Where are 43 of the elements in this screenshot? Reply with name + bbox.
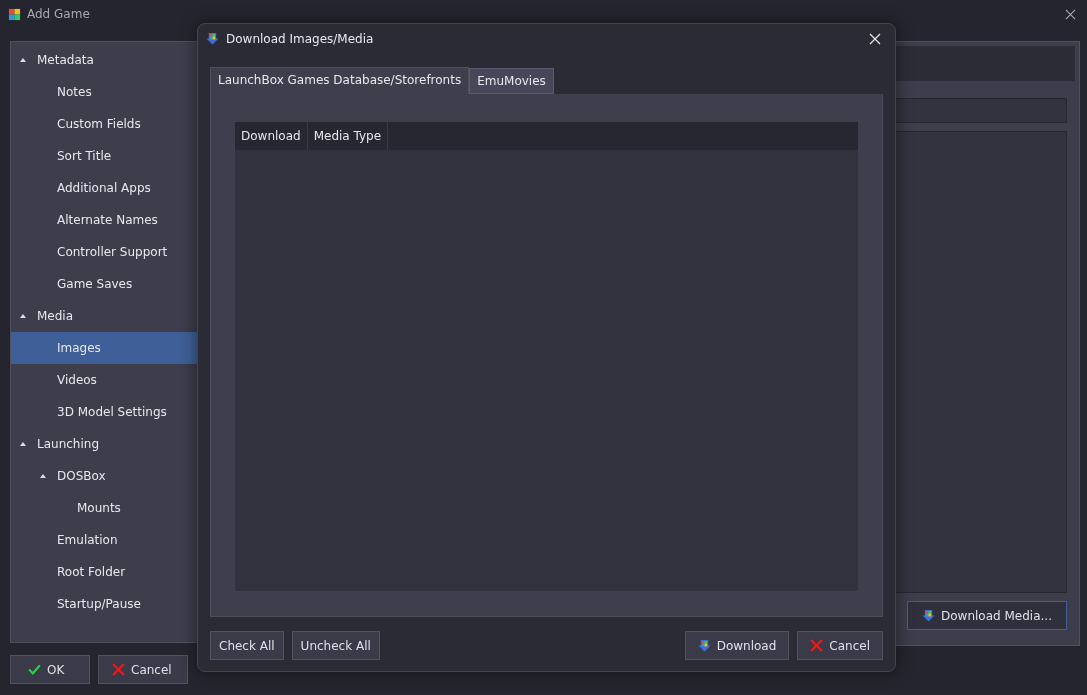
expand-arrow-icon[interactable] xyxy=(20,58,26,62)
window-title: Add Game xyxy=(27,7,91,21)
tree-item[interactable]: Media xyxy=(11,300,197,332)
dialog-button[interactable]: Cancel xyxy=(98,655,188,684)
tree-item[interactable]: DOSBox xyxy=(11,460,197,492)
dialog-button[interactable]: Download xyxy=(684,631,790,660)
tree-item[interactable]: Sort Title xyxy=(11,140,197,172)
tree-item[interactable]: Root Folder xyxy=(11,556,197,588)
expand-arrow-icon[interactable] xyxy=(20,442,26,446)
column-header[interactable]: Media Type xyxy=(307,121,389,150)
tree-item[interactable]: Alternate Names xyxy=(11,204,197,236)
dialog-button[interactable]: OK xyxy=(10,655,90,684)
tree-item[interactable]: Additional Apps xyxy=(11,172,197,204)
expand-arrow-icon[interactable] xyxy=(40,474,46,478)
download-media-button[interactable]: Download Media... xyxy=(907,601,1067,630)
close-icon[interactable] xyxy=(1065,8,1076,20)
dialog-button[interactable]: Uncheck All xyxy=(291,631,380,660)
tree-item[interactable]: Emulation xyxy=(11,524,197,556)
dialog-title: Download Images/Media xyxy=(226,31,375,46)
tab[interactable]: LaunchBox Games Database/Storefronts xyxy=(210,66,470,94)
x-icon xyxy=(810,639,824,652)
tree-item[interactable]: Launching xyxy=(11,428,197,460)
expand-arrow-icon[interactable] xyxy=(20,314,26,318)
tab[interactable]: EmuMovies xyxy=(469,67,554,94)
download-arrow-icon xyxy=(697,639,711,652)
tree-item[interactable]: Custom Fields xyxy=(11,108,197,140)
app-logo-icon xyxy=(8,7,21,21)
tree-item[interactable]: Notes xyxy=(11,76,197,108)
dialog-button[interactable]: Check All xyxy=(210,631,284,660)
checkmark-icon xyxy=(28,663,41,676)
x-icon xyxy=(112,663,125,676)
tree-item[interactable]: 3D Model Settings xyxy=(11,396,197,428)
tree-item[interactable]: Controller Support xyxy=(11,236,197,268)
dialog-button[interactable]: Cancel xyxy=(797,631,883,660)
download-arrow-icon xyxy=(206,32,219,46)
tree-item[interactable]: Metadata xyxy=(11,44,197,76)
column-header[interactable]: Download xyxy=(235,121,308,150)
download-arrow-icon xyxy=(922,609,935,622)
tree-item[interactable]: Game Saves xyxy=(11,268,197,300)
tree-item[interactable]: Videos xyxy=(11,364,197,396)
tree-item[interactable]: Startup/Pause xyxy=(11,588,197,620)
tree-item[interactable]: Images xyxy=(11,332,197,364)
tree-item[interactable]: Mounts xyxy=(11,492,197,524)
